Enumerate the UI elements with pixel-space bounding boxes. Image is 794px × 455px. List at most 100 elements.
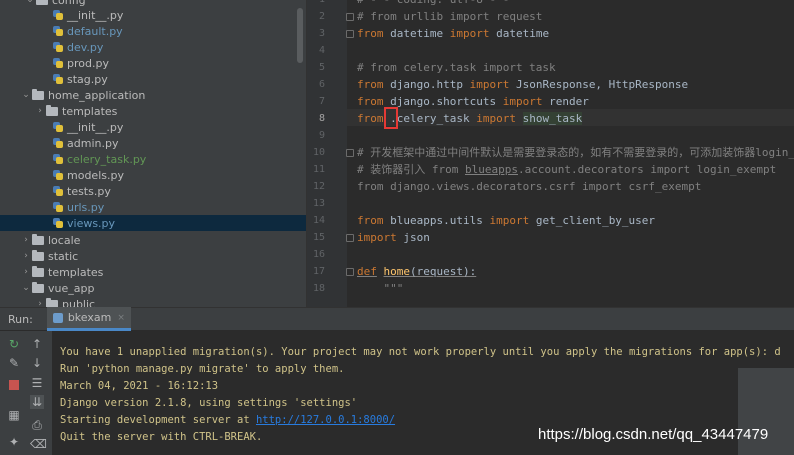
arrow-up-icon[interactable]: ↑: [30, 337, 44, 351]
folder-icon: [46, 104, 58, 116]
line-number-current: 8: [318, 113, 325, 124]
line-number: 3: [318, 28, 325, 39]
line-number: 10: [312, 147, 325, 158]
chevron-right-icon[interactable]: ›: [20, 267, 32, 277]
run-label: Run:: [8, 312, 33, 326]
code-editor[interactable]: 1 2 3 4 5 6 7 8 9 10 11 12 13 14 15 16 1…: [306, 0, 794, 307]
python-file-icon: [52, 153, 64, 165]
chevron-right-icon[interactable]: ›: [20, 251, 32, 261]
tree-item-views-py[interactable]: views.py: [0, 215, 306, 231]
arrow-down-icon[interactable]: ↓: [30, 356, 44, 370]
tree-item-templates[interactable]: › templates: [0, 103, 306, 119]
python-file-icon: [52, 121, 64, 133]
run-tab-label: bkexam: [67, 311, 112, 324]
soft-wrap-icon[interactable]: ☰: [30, 376, 44, 390]
tree-item-celery-task-py[interactable]: celery_task.py: [0, 151, 306, 167]
chevron-down-icon[interactable]: ⌄: [20, 283, 32, 293]
console-line: Quit the server with CTRL-BREAK.: [60, 431, 263, 443]
console-line: You have 1 unapplied migration(s). Your …: [60, 346, 781, 358]
line-number: 6: [318, 79, 325, 90]
stop-icon[interactable]: [7, 378, 21, 392]
line-number: 12: [312, 181, 325, 192]
code-line-18: """: [357, 282, 404, 295]
line-number: 11: [312, 164, 325, 175]
line-number: 15: [312, 232, 325, 243]
fold-marker-icon[interactable]: [346, 13, 354, 21]
console-line: Run 'python manage.py migrate' to apply …: [60, 363, 345, 375]
fold-marker-icon[interactable]: [346, 268, 354, 276]
scroll-to-end-icon[interactable]: ⇊: [30, 395, 44, 409]
tree-item-locale[interactable]: › locale: [0, 232, 306, 248]
tree-item-default-py[interactable]: default.py: [0, 23, 306, 39]
tree-item-tests-py[interactable]: tests.py: [0, 183, 306, 199]
code-line-17: def home(request):: [357, 265, 477, 278]
folder-icon: [32, 88, 44, 100]
chevron-right-icon[interactable]: ›: [20, 235, 32, 245]
print-icon[interactable]: ⎙: [30, 418, 44, 432]
line-number-gutter: 1 2 3 4 5 6 7 8 9 10 11 12 13 14 15 16 1…: [307, 0, 347, 307]
folder-icon: [36, 0, 48, 5]
line-number: 1: [307, 0, 325, 8]
folder-icon: [32, 265, 44, 277]
python-file-icon: [52, 185, 64, 197]
tree-item-home-application[interactable]: ⌄ home_application: [0, 87, 306, 103]
layout-icon[interactable]: ▦: [7, 408, 21, 422]
server-url-link[interactable]: http://127.0.0.1:8000/: [256, 414, 395, 426]
code-line-10: # 开发框架中通过中间件默认是需要登录态的，如有不需要登录的，可添加装饰器log…: [357, 146, 794, 159]
code-line-5: # from celery.task import task: [357, 61, 556, 74]
tree-item-stag-py[interactable]: stag.py: [0, 71, 306, 87]
python-file-icon: [52, 73, 64, 85]
code-line-11: # 装饰器引入 from blueapps.account.decorators…: [357, 163, 777, 176]
code-line-1: # -*- coding: utf-8 -*-: [357, 0, 509, 8]
project-tree[interactable]: ⌄ config __init__.py default.py dev.py pr…: [0, 0, 306, 307]
tree-item-prod-py[interactable]: prod.py: [0, 55, 306, 71]
close-icon[interactable]: ×: [117, 313, 125, 323]
folder-icon: [32, 281, 44, 293]
tree-item-vue-app[interactable]: ⌄ vue_app: [0, 280, 306, 296]
python-file-icon: [52, 9, 64, 21]
run-panel-header: Run: bkexam ×: [0, 307, 794, 331]
python-file-icon: [52, 137, 64, 149]
line-number: 2: [318, 11, 325, 22]
tree-scrollbar[interactable]: [297, 8, 303, 63]
python-file-icon: [52, 41, 64, 53]
code-line-2: # from urllib import request: [357, 10, 543, 23]
line-number: 17: [312, 266, 325, 277]
line-number: 18: [312, 283, 325, 294]
code-line-14: from blueapps.utils import get_client_by…: [357, 214, 656, 227]
console-line: Django version 2.1.8, using settings 'se…: [60, 397, 358, 409]
tree-item-init-py[interactable]: __init__.py: [0, 119, 306, 135]
chevron-right-icon[interactable]: ›: [34, 106, 46, 116]
rerun-icon[interactable]: ↻: [7, 337, 21, 351]
console-line: Starting development server at http://12…: [60, 414, 396, 426]
tree-item-admin-py[interactable]: admin.py: [0, 135, 306, 151]
fold-marker-icon[interactable]: [346, 30, 354, 38]
line-number: 13: [312, 198, 325, 209]
tree-item-dev-py[interactable]: dev.py: [0, 39, 306, 55]
tree-item-templates-root[interactable]: › templates: [0, 264, 306, 280]
fold-marker-icon[interactable]: [346, 234, 354, 242]
tree-item-urls-py[interactable]: urls.py: [0, 199, 306, 215]
console-line: March 04, 2021 - 16:12:13: [60, 380, 219, 392]
watermark: https://blog.csdn.net/qq_43447479: [538, 426, 769, 443]
code-line-6: from django.http import JsonResponse, Ht…: [357, 78, 689, 91]
tree-item-init-py[interactable]: __init__.py: [0, 7, 306, 23]
chevron-down-icon[interactable]: ⌄: [24, 0, 36, 5]
run-tab-bkexam[interactable]: bkexam ×: [46, 307, 131, 331]
fold-marker-icon[interactable]: [346, 149, 354, 157]
python-file-icon: [52, 169, 64, 181]
python-file-icon: [52, 25, 64, 37]
code-line-12: from django.views.decorators.csrf import…: [357, 180, 702, 193]
tree-item-models-py[interactable]: models.py: [0, 167, 306, 183]
python-file-icon: [52, 57, 64, 69]
annotation-red-box: [384, 107, 398, 129]
line-number: 14: [312, 215, 325, 226]
tree-item-static[interactable]: › static: [0, 248, 306, 264]
tree-item-public[interactable]: › public: [0, 296, 306, 307]
chevron-down-icon[interactable]: ⌄: [20, 90, 32, 100]
trash-icon[interactable]: ⌫: [30, 437, 47, 451]
pin-icon[interactable]: ✦: [7, 435, 21, 449]
line-number: 7: [318, 96, 325, 107]
chevron-right-icon[interactable]: ›: [34, 299, 46, 307]
wrench-icon[interactable]: ✎: [7, 356, 21, 370]
